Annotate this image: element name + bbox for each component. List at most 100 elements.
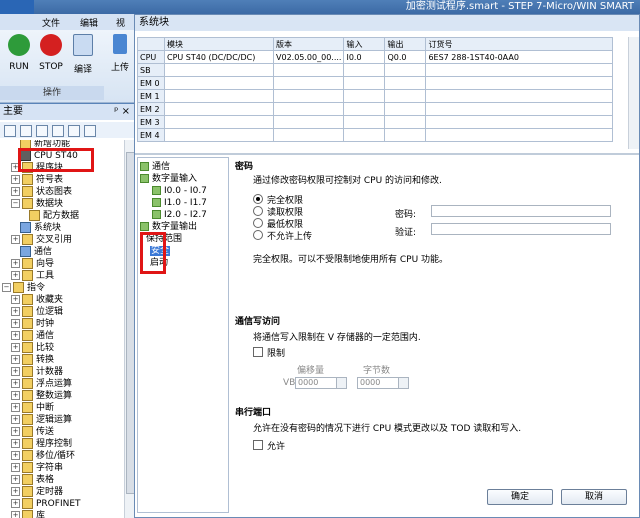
- tree-node-comm[interactable]: 通信: [140, 162, 170, 173]
- cell-output[interactable]: [384, 102, 427, 116]
- tree-item[interactable]: + 浮点运算: [11, 378, 72, 390]
- cell-order-number[interactable]: [425, 128, 613, 142]
- expand-icon[interactable]: +: [11, 175, 20, 184]
- tree-node-din-i2[interactable]: I2.0 - I2.7: [152, 210, 207, 221]
- tree-item[interactable]: CPU ST40: [20, 150, 78, 162]
- cell-module[interactable]: [164, 76, 274, 90]
- expand-icon[interactable]: +: [11, 463, 20, 472]
- expand-icon[interactable]: +: [11, 259, 20, 268]
- cell-input[interactable]: [343, 76, 386, 90]
- tree-item[interactable]: + 比较: [11, 342, 54, 354]
- tree-item[interactable]: + 转换: [11, 354, 54, 366]
- pane-pin-close[interactable]: ᵖ ×: [114, 104, 130, 120]
- expand-icon[interactable]: +: [11, 307, 20, 316]
- cell-order-number[interactable]: [425, 89, 613, 103]
- cell-version[interactable]: [272, 76, 345, 90]
- cell-output[interactable]: [384, 89, 427, 103]
- expand-icon[interactable]: +: [11, 235, 20, 244]
- tree-item[interactable]: + 移位/循环: [11, 450, 75, 462]
- cancel-button[interactable]: 取消: [561, 489, 627, 505]
- expand-icon[interactable]: +: [11, 271, 20, 280]
- expand-icon[interactable]: +: [11, 415, 20, 424]
- tree-item[interactable]: + 定时器: [11, 486, 63, 498]
- expand-icon[interactable]: +: [11, 343, 20, 352]
- cell-order-number[interactable]: 6ES7 288-1ST40-0AA0: [425, 50, 613, 64]
- cell-input[interactable]: [343, 63, 386, 77]
- table-row[interactable]: EM 3: [137, 115, 613, 129]
- cell-input[interactable]: I0.0: [343, 50, 386, 64]
- offset-stepper[interactable]: 0000: [295, 377, 347, 389]
- collapse-icon[interactable]: −: [2, 283, 11, 292]
- collapse-icon[interactable]: −: [11, 199, 20, 208]
- table-row[interactable]: EM 0: [137, 76, 613, 90]
- cell-order-number[interactable]: [425, 76, 613, 90]
- tree-node-din-i0[interactable]: I0.0 - I0.7: [152, 186, 207, 197]
- tree-item[interactable]: + 符号表: [11, 174, 63, 186]
- bytes-spin-arrows[interactable]: [398, 378, 408, 388]
- expand-icon[interactable]: +: [11, 427, 20, 436]
- permission-radio-3[interactable]: [253, 230, 263, 240]
- limit-checkbox[interactable]: [253, 347, 263, 357]
- table-row[interactable]: SB: [137, 63, 613, 77]
- cell-module[interactable]: [164, 89, 274, 103]
- tree-node-digital-input[interactable]: 数字量输入: [140, 174, 197, 185]
- tab-view[interactable]: 视: [116, 16, 125, 29]
- expand-icon[interactable]: +: [11, 331, 20, 340]
- tab-file[interactable]: 文件: [42, 16, 60, 29]
- expand-icon[interactable]: +: [11, 451, 20, 460]
- compile-button[interactable]: 编译: [68, 34, 98, 75]
- tree-item[interactable]: + 整数运算: [11, 390, 72, 402]
- tree-item[interactable]: + 传送: [11, 426, 54, 438]
- cell-version[interactable]: [272, 63, 345, 77]
- toolbar-icon-4[interactable]: [52, 125, 64, 137]
- cell-input[interactable]: [343, 115, 386, 129]
- cell-output[interactable]: [384, 115, 427, 129]
- cell-module[interactable]: [164, 128, 274, 142]
- tree-item[interactable]: + 程序控制: [11, 438, 72, 450]
- tree-node-retentive[interactable]: 保持范围: [146, 234, 182, 245]
- tree-node-security[interactable]: 安全: [150, 246, 171, 257]
- cell-version[interactable]: [272, 89, 345, 103]
- tree-item[interactable]: + 表格: [11, 474, 54, 486]
- dialog-splitter[interactable]: [135, 153, 639, 155]
- table-row[interactable]: EM 2: [137, 102, 613, 116]
- tree-item[interactable]: − 指令: [2, 282, 45, 294]
- cell-order-number[interactable]: [425, 102, 613, 116]
- bytes-stepper[interactable]: 0000: [357, 377, 409, 389]
- tree-item[interactable]: + 工具: [11, 270, 54, 282]
- tree-node-digital-output[interactable]: 数字量输出: [140, 222, 197, 233]
- tree-node-din-i1[interactable]: I1.0 - I1.7: [152, 198, 207, 209]
- tree-item[interactable]: 新增功能: [20, 140, 70, 150]
- expand-icon[interactable]: +: [11, 319, 20, 328]
- cell-input[interactable]: [343, 102, 386, 116]
- expand-icon[interactable]: +: [11, 439, 20, 448]
- tree-item[interactable]: + 逻辑运算: [11, 414, 72, 426]
- toolbar-icon-1[interactable]: [4, 125, 16, 137]
- quick-access-toolbar[interactable]: [38, 1, 72, 13]
- tree-item[interactable]: 系统块: [20, 222, 61, 234]
- expand-icon[interactable]: +: [11, 499, 20, 508]
- tree-item[interactable]: + 时钟: [11, 318, 54, 330]
- table-row[interactable]: CPU CPU ST40 (DC/DC/DC) V02.05.00_00.... I0…: [137, 50, 613, 64]
- tree-item[interactable]: + 状态图表: [11, 186, 72, 198]
- expand-icon[interactable]: +: [11, 295, 20, 304]
- module-table-scrollbar[interactable]: [628, 37, 639, 149]
- cell-module[interactable]: [164, 102, 274, 116]
- permission-radio-1[interactable]: [253, 206, 263, 216]
- expand-icon[interactable]: +: [11, 163, 20, 172]
- tree-item[interactable]: 配方数据: [29, 210, 79, 222]
- permission-radio-0[interactable]: [253, 194, 263, 204]
- tree-item[interactable]: + 交叉引用: [11, 234, 72, 246]
- permission-radio-2[interactable]: [253, 218, 263, 228]
- tree-item[interactable]: + 中断: [11, 402, 54, 414]
- expand-icon[interactable]: +: [11, 403, 20, 412]
- stop-button[interactable]: STOP: [36, 34, 66, 72]
- cell-version[interactable]: [272, 128, 345, 142]
- cell-order-number[interactable]: [425, 63, 613, 77]
- cell-output[interactable]: Q0.0: [384, 50, 427, 64]
- verify-field[interactable]: [431, 223, 611, 235]
- cell-input[interactable]: [343, 89, 386, 103]
- expand-icon[interactable]: +: [11, 355, 20, 364]
- cell-module[interactable]: CPU ST40 (DC/DC/DC): [164, 50, 274, 64]
- tree-item[interactable]: + 收藏夹: [11, 294, 63, 306]
